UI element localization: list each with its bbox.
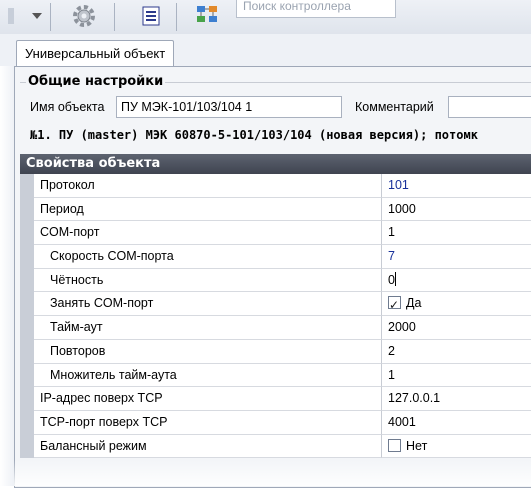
property-name: Занять COM-порт bbox=[34, 292, 382, 317]
toolbar-button-left[interactable] bbox=[4, 2, 20, 30]
comment-label: Комментарий bbox=[355, 100, 434, 114]
toolbar-separator bbox=[114, 3, 115, 31]
property-row-com-speed[interactable]: Скорость COM-порта 7 bbox=[20, 245, 531, 269]
property-row-ip-address[interactable]: IP-адрес поверх TCP 127.0.0.1 bbox=[20, 387, 531, 411]
property-row-retries[interactable]: Повторов 2 bbox=[20, 339, 531, 364]
property-row-period[interactable]: Период 1000 bbox=[20, 197, 531, 222]
toolbar-edge-icon bbox=[8, 8, 14, 24]
general-settings-title: Общие настройки bbox=[26, 74, 166, 89]
row-gutter bbox=[20, 221, 34, 246]
property-row-timeout-multiplier[interactable]: Множитель тайм-аута 1 bbox=[20, 363, 531, 388]
property-name: Тайм-аут bbox=[34, 316, 382, 340]
bottom-fade bbox=[14, 460, 531, 486]
network-icon[interactable] bbox=[190, 2, 224, 30]
row-gutter bbox=[20, 268, 34, 293]
row-gutter bbox=[20, 363, 34, 388]
property-row-protocol[interactable]: Протокол 101 bbox=[20, 174, 531, 198]
property-row-occupy-com[interactable]: Занять COM-порт Да bbox=[20, 292, 531, 317]
object-properties-header: Свойства объекта bbox=[20, 154, 531, 174]
property-value-timeout[interactable]: 2000 bbox=[382, 316, 531, 340]
property-value-tcp-port[interactable]: 4001 bbox=[382, 410, 531, 435]
comment-field[interactable] bbox=[448, 96, 531, 118]
object-name-field[interactable]: ПУ МЭК-101/103/104 1 bbox=[116, 96, 342, 118]
property-name: TCP-порт поверх TCP bbox=[34, 410, 382, 435]
property-row-com-port[interactable]: COM-порт 1 bbox=[20, 221, 531, 246]
search-input[interactable]: Поиск контроллера bbox=[236, 0, 396, 18]
property-name: Множитель тайм-аута bbox=[34, 363, 382, 388]
row-gutter bbox=[20, 197, 34, 222]
property-row-timeout[interactable]: Тайм-аут 2000 bbox=[20, 316, 531, 340]
toolbar-separator bbox=[176, 3, 177, 31]
property-row-tcp-port[interactable]: TCP-порт поверх TCP 4001 bbox=[20, 410, 531, 435]
dropdown-arrow-icon[interactable] bbox=[28, 2, 46, 30]
row-gutter bbox=[20, 410, 34, 435]
property-name: COM-порт bbox=[34, 221, 382, 246]
property-value-occupy-com[interactable]: Да bbox=[382, 292, 531, 317]
property-value-ip-address[interactable]: 127.0.0.1 bbox=[382, 387, 531, 411]
checkbox-label: Да bbox=[406, 296, 422, 311]
gear-icon[interactable] bbox=[64, 2, 104, 30]
property-name: Чётность bbox=[34, 268, 382, 293]
row-gutter bbox=[20, 292, 34, 317]
toolbar: Поиск контроллера bbox=[0, 0, 531, 35]
checkbox-unchecked-icon[interactable] bbox=[388, 438, 401, 452]
tab-universal-object[interactable]: Универсальный объект bbox=[16, 40, 175, 67]
property-name: Баланcный режим bbox=[34, 434, 382, 459]
property-value-retries[interactable]: 2 bbox=[382, 339, 531, 364]
property-name: Протокол bbox=[34, 174, 382, 198]
properties-grid: Протокол 101 Период 1000 COM-порт 1 Скор… bbox=[20, 174, 531, 459]
property-name: Скорость COM-порта bbox=[34, 245, 382, 269]
property-row-parity[interactable]: Чётность 0 bbox=[20, 268, 531, 293]
property-value-balanced-mode[interactable]: Нет bbox=[382, 434, 531, 459]
object-name-label: Имя объекта bbox=[30, 100, 105, 114]
property-value-parity-editor[interactable]: 0 bbox=[382, 268, 531, 293]
property-value-timeout-multiplier[interactable]: 1 bbox=[382, 363, 531, 388]
checkbox-label: Нет bbox=[406, 438, 428, 453]
property-value-protocol[interactable]: 101 bbox=[382, 174, 531, 198]
tab-bar: Универсальный объект bbox=[0, 34, 531, 68]
property-name: Повторов bbox=[34, 339, 382, 364]
row-gutter bbox=[20, 339, 34, 364]
object-description: №1. ПУ (master) МЭК 60870-5-101/103/104 … bbox=[30, 128, 478, 142]
toolbar-separator bbox=[50, 3, 51, 31]
document-list-icon[interactable] bbox=[136, 2, 166, 30]
property-name: IP-адрес поверх TCP bbox=[34, 387, 382, 411]
row-gutter bbox=[20, 316, 34, 340]
row-gutter bbox=[20, 245, 34, 269]
property-value-com-port[interactable]: 1 bbox=[382, 221, 531, 246]
parity-value-text[interactable]: 0 bbox=[388, 273, 395, 287]
row-gutter bbox=[20, 387, 34, 411]
checkbox-checked-icon[interactable] bbox=[388, 294, 401, 317]
property-row-balanced-mode[interactable]: Баланcный режим Нет bbox=[20, 434, 531, 459]
row-gutter bbox=[20, 174, 34, 198]
text-caret bbox=[394, 271, 396, 286]
property-value-period[interactable]: 1000 bbox=[382, 197, 531, 222]
row-gutter bbox=[20, 434, 34, 459]
left-edge-shade bbox=[0, 66, 14, 486]
property-value-com-speed[interactable]: 7 bbox=[382, 245, 531, 269]
property-name: Период bbox=[34, 197, 382, 222]
